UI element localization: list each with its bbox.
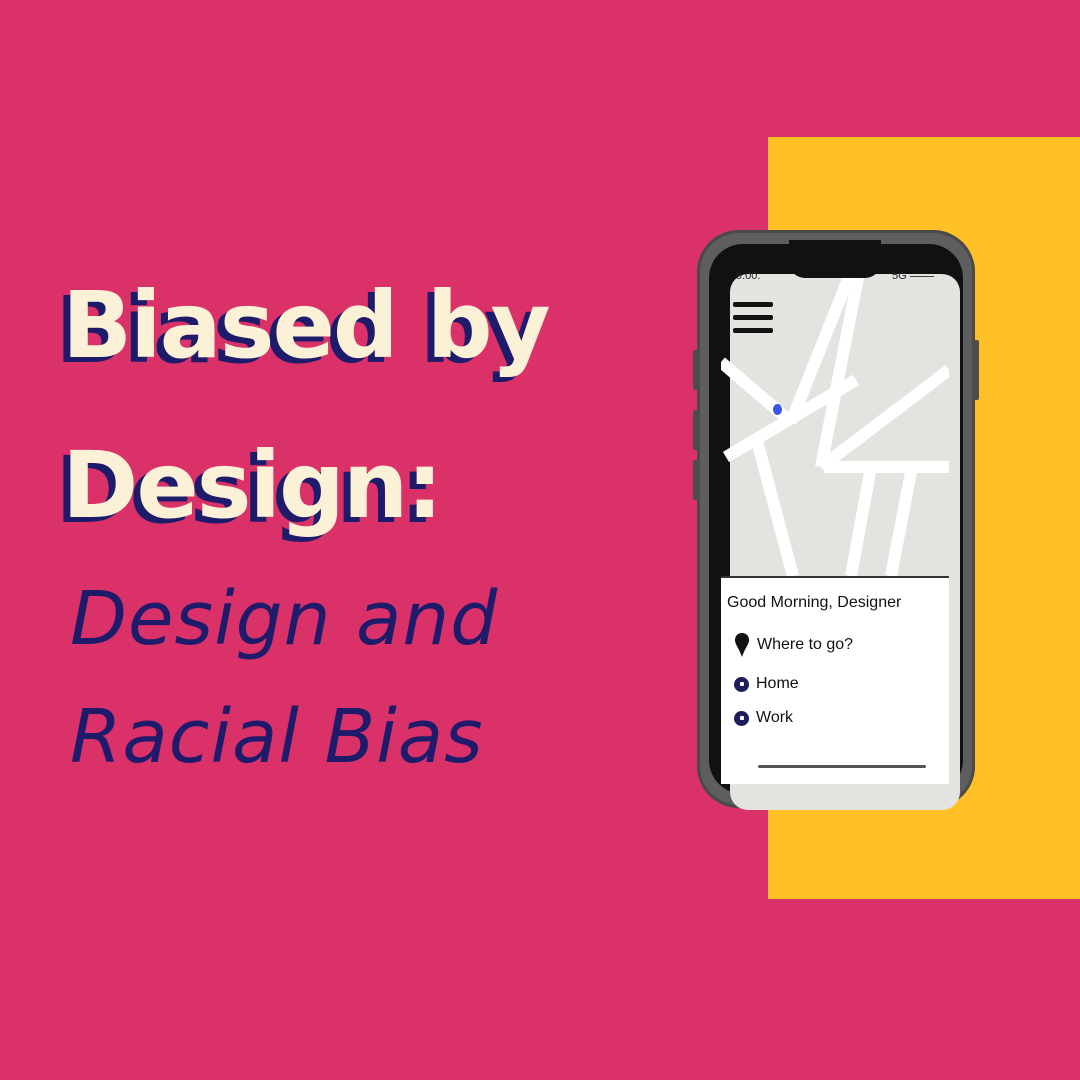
status-time: 9:00. bbox=[736, 270, 761, 282]
map-pin-icon bbox=[735, 633, 749, 657]
where-to-go-label: Where to go? bbox=[757, 636, 854, 653]
home-icon bbox=[734, 676, 749, 692]
network-label: 5G bbox=[892, 270, 907, 282]
where-to-go-input[interactable]: Where to go? bbox=[734, 632, 853, 658]
greeting-text: Good Morning, Designer bbox=[727, 594, 902, 611]
subtitle-line-1: Design and bbox=[70, 576, 499, 662]
subtitle-line-2: Racial Bias bbox=[70, 694, 484, 780]
title-line-1: Biased by bbox=[62, 272, 551, 379]
battery-line-icon bbox=[909, 275, 934, 277]
shortcut-label: Work bbox=[756, 709, 794, 726]
work-icon bbox=[734, 710, 749, 726]
shortcut-home[interactable]: Home bbox=[734, 675, 799, 693]
home-indicator[interactable] bbox=[758, 765, 926, 768]
phone-mute-switch bbox=[693, 460, 699, 500]
hamburger-menu-icon[interactable] bbox=[733, 302, 773, 336]
shortcut-label: Home bbox=[756, 675, 799, 692]
map-road bbox=[750, 435, 799, 576]
map-road bbox=[845, 465, 877, 576]
phone-power-button bbox=[973, 340, 979, 400]
title-line-2: Design: bbox=[62, 432, 443, 539]
phone-volume-up bbox=[693, 350, 699, 390]
shortcut-work[interactable]: Work bbox=[734, 709, 793, 727]
status-network: 5G bbox=[892, 270, 934, 282]
location-dot-icon bbox=[773, 404, 782, 415]
phone-volume-down bbox=[693, 410, 699, 450]
phone-notch bbox=[789, 240, 881, 278]
map-road bbox=[885, 470, 917, 576]
